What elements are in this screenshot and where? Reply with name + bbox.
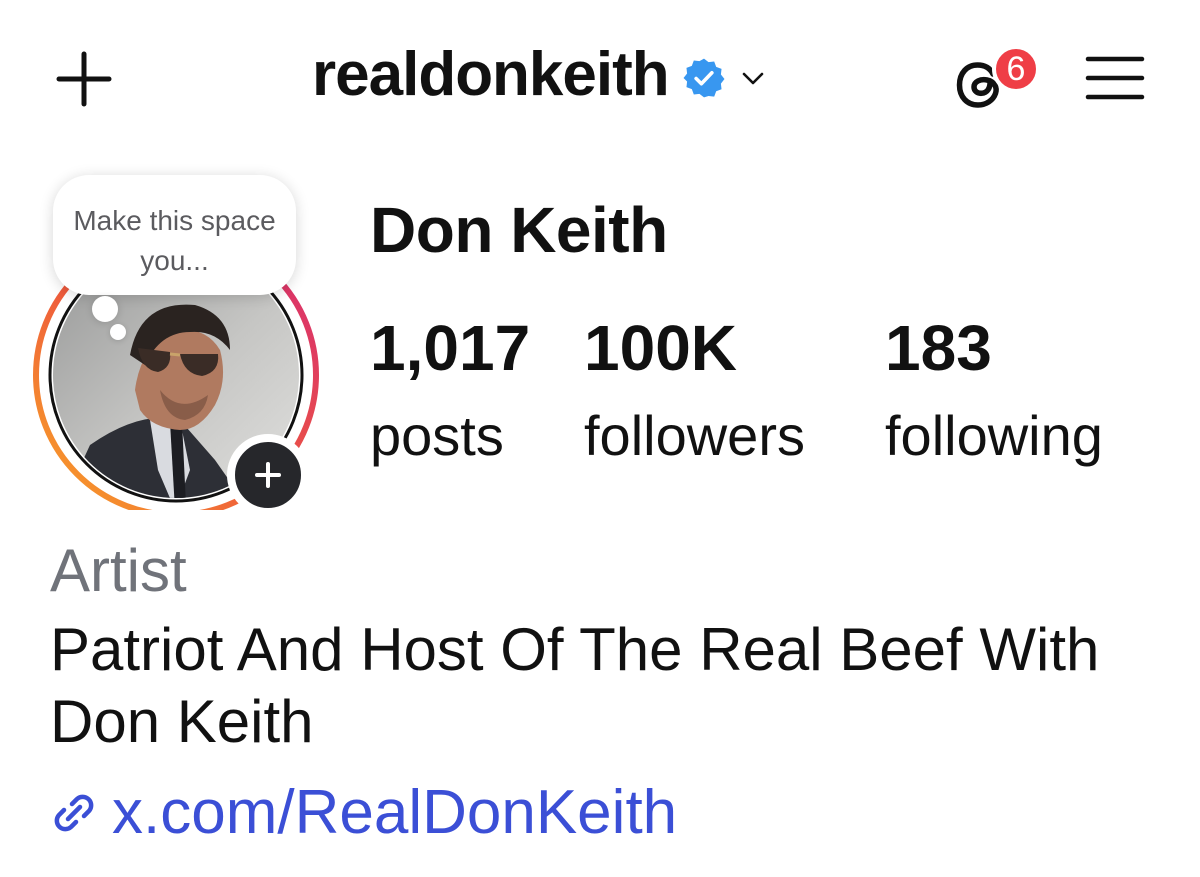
note-bubble-tail-small [110,324,126,340]
posts-stat[interactable]: 1,017 posts [370,316,530,464]
followers-stat[interactable]: 100K followers [584,316,805,464]
verified-badge-icon [683,58,725,98]
following-label: following [885,404,1103,467]
followers-count: 100K [584,312,737,384]
profile-category: Artist [50,537,187,604]
profile-bio: Patriot And Host Of The Real Beef With D… [50,616,1100,755]
hamburger-menu-icon[interactable] [1085,55,1145,101]
note-bubble[interactable]: Make this space you... [53,175,296,295]
following-stat[interactable]: 183 following [885,316,1103,464]
posts-count: 1,017 [370,312,531,384]
posts-label: posts [370,404,504,467]
link-icon [54,794,94,832]
create-plus-icon[interactable] [55,50,113,108]
profile-link[interactable]: x.com/RealDonKeith [50,782,677,844]
notification-count-badge: 6 [992,45,1040,93]
followers-label: followers [584,404,805,467]
profile-page: realdonkeith 6 Make this space you... Do… [0,0,1200,877]
add-story-button[interactable] [227,434,309,516]
threads-button[interactable]: 6 [945,45,1045,115]
note-bubble-tail [92,296,118,322]
following-count: 183 [885,312,992,384]
account-switcher[interactable]: realdonkeith [312,44,765,106]
display-name: Don Keith [370,194,668,266]
note-text: Make this space you... [73,205,276,276]
username: realdonkeith [312,40,670,109]
plus-icon [255,462,281,488]
profile-link-text[interactable]: x.com/RealDonKeith [112,782,677,844]
chevron-down-icon [742,72,763,85]
